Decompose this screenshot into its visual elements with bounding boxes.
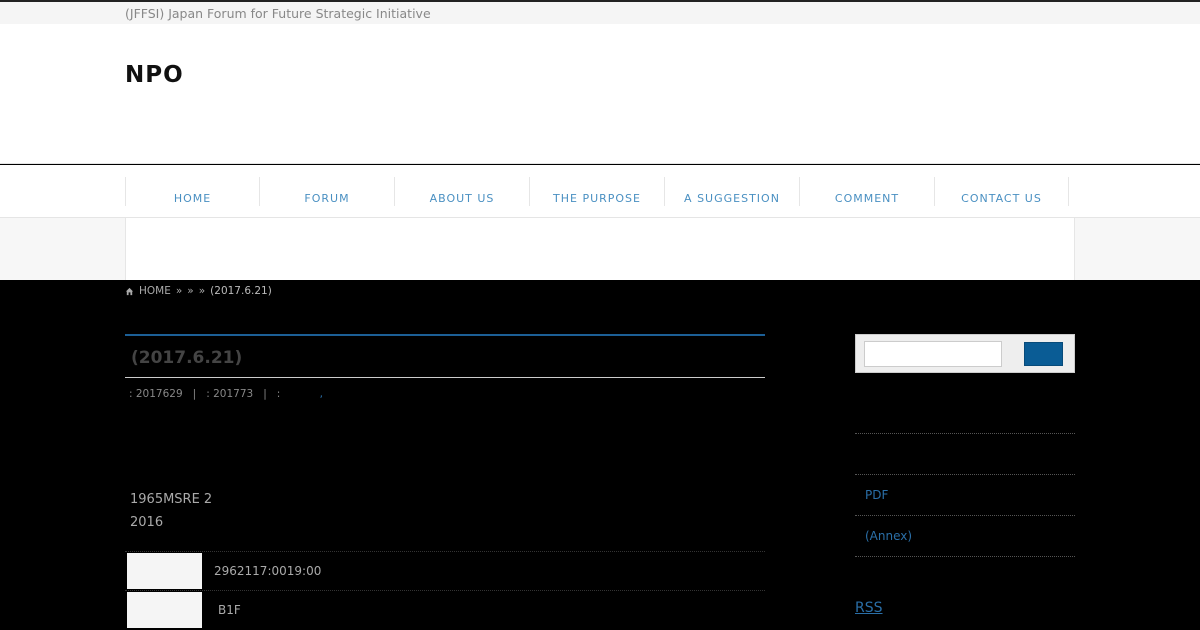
post-body: 1965MSRE 2 2016 xyxy=(130,488,212,534)
table-row: B1F xyxy=(125,590,765,629)
meta-separator: | xyxy=(263,388,267,400)
nav-list: HOME FORUM ABOUT US THE PURPOSE A SUGGES… xyxy=(125,177,1069,206)
rss-link[interactable]: RSS xyxy=(855,600,883,616)
table-header-cell xyxy=(127,592,202,628)
nav-item-contact-us[interactable]: CONTACT US xyxy=(934,177,1069,206)
breadcrumb-separator: » xyxy=(198,285,206,297)
breadcrumb-separator: » xyxy=(175,285,183,297)
breadcrumb-current: (2017.6.21) xyxy=(210,285,272,297)
site-tagline: (JFFSI) Japan Forum for Future Strategic… xyxy=(125,6,431,21)
sidebar-divider xyxy=(855,556,1075,557)
sidebar-divider xyxy=(855,474,1075,475)
body-line: 1965MSRE 2 xyxy=(130,492,213,507)
header-band xyxy=(0,218,1200,280)
nav-item-home[interactable]: HOME xyxy=(125,177,259,206)
table-header-cell xyxy=(127,553,202,589)
sidebar-link-pdf[interactable]: PDF xyxy=(865,488,888,502)
post-title: (2017.6.21) xyxy=(125,336,765,378)
table-cell: 2962117:0019:00 xyxy=(214,564,322,578)
nav-item-the-purpose[interactable]: THE PURPOSE xyxy=(529,177,664,206)
search-form xyxy=(855,334,1075,373)
tagline-bar: (JFFSI) Japan Forum for Future Strategic… xyxy=(0,2,1200,24)
search-input[interactable] xyxy=(864,341,1002,367)
search-button[interactable] xyxy=(1024,342,1063,366)
sidebar xyxy=(855,334,1075,373)
post-meta: : 2017629 | : 201773 | : , xyxy=(125,388,765,400)
sidebar-link-annex[interactable]: (Annex) xyxy=(865,529,912,543)
breadcrumb-separator: » xyxy=(187,285,194,297)
meta-posted-date: : 2017629 xyxy=(129,388,183,400)
meta-updated-date: : 201773 xyxy=(206,388,254,400)
nav-item-a-suggestion[interactable]: A SUGGESTION xyxy=(664,177,799,206)
header-band-inner xyxy=(125,218,1075,280)
nav-item-comment[interactable]: COMMENT xyxy=(799,177,934,206)
meta-separator: | xyxy=(192,388,197,400)
meta-category-link[interactable]: , xyxy=(320,388,323,400)
main-nav: HOME FORUM ABOUT US THE PURPOSE A SUGGES… xyxy=(0,165,1200,218)
breadcrumb-home[interactable]: HOME xyxy=(139,285,171,297)
sidebar-divider xyxy=(855,433,1075,434)
nav-item-about-us[interactable]: ABOUT US xyxy=(394,177,529,206)
event-info-table: 2962117:0019:00 B1F xyxy=(125,551,765,629)
nav-item-forum[interactable]: FORUM xyxy=(259,177,394,206)
table-cell: B1F xyxy=(218,603,241,617)
site-header: NPO xyxy=(0,24,1200,164)
table-row: 2962117:0019:00 xyxy=(125,551,765,590)
meta-category-label: : xyxy=(276,388,281,400)
post-article: (2017.6.21) : 2017629 | : 201773 | : , xyxy=(125,334,765,400)
body-line: 2016 xyxy=(130,515,164,530)
home-icon xyxy=(125,287,134,295)
site-title[interactable]: NPO xyxy=(125,62,184,88)
breadcrumb: HOME » » » (2017.6.21) xyxy=(125,285,272,297)
sidebar-divider xyxy=(855,515,1075,516)
